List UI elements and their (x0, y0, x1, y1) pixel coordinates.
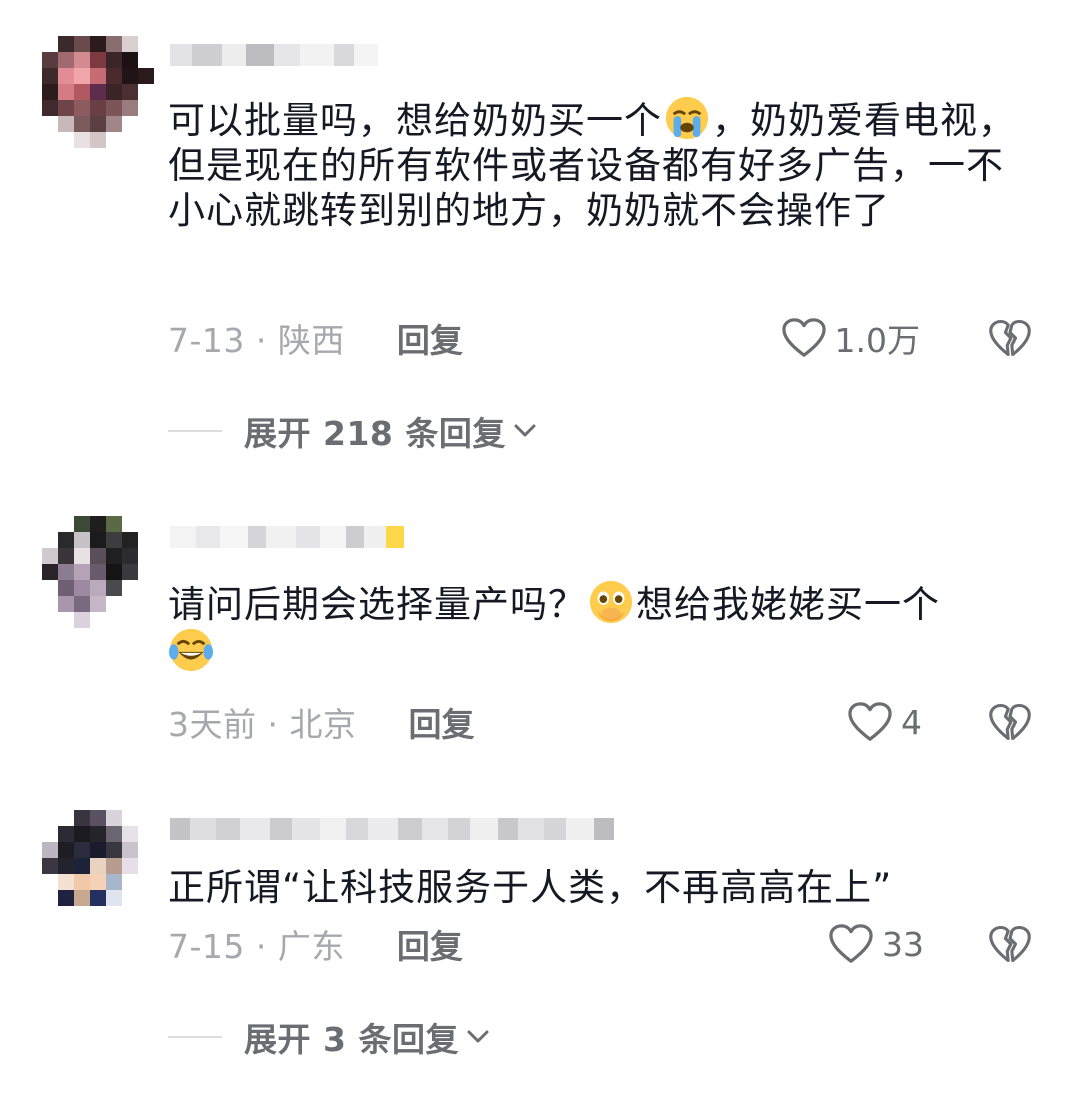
chevron-down-icon (514, 424, 536, 437)
like-count: 33 (882, 924, 924, 964)
like-button[interactable]: 33 (828, 920, 924, 968)
comment-list: 可以批量吗，想给奶奶买一个 ，奶奶爱看电视，但是现在的所有软件或者设备都有好多广告… (0, 0, 1080, 1105)
comment-meta: 7-13 · 陕西 回复 (168, 314, 463, 362)
expand-replies-button[interactable]: 展开 218 条回复 (168, 406, 540, 456)
comment-meta: 3天前 · 北京 回复 (168, 698, 474, 746)
username[interactable] (170, 516, 404, 558)
broken-heart-icon[interactable] (988, 316, 1032, 360)
expand-replies-label: 展开 218 条回复 (244, 414, 506, 453)
avatar[interactable] (42, 810, 154, 922)
expand-replies-button[interactable]: 展开 3 条回复 (168, 1012, 493, 1062)
heart-outline-icon (829, 924, 873, 963)
username[interactable] (170, 34, 378, 76)
like-count: 4 (901, 702, 922, 742)
username[interactable] (170, 808, 614, 850)
date-location: 7-13 · 陕西 (168, 321, 345, 360)
like-button[interactable]: 4 (847, 698, 922, 746)
expand-replies-label: 展开 3 条回复 (244, 1020, 459, 1059)
avatar[interactable] (42, 516, 154, 628)
comment-text: 可以批量吗，想给奶奶买一个 ，奶奶爱看电视，但是现在的所有软件或者设备都有好多广告… (168, 95, 1024, 233)
broken-heart-icon[interactable] (988, 922, 1032, 966)
face-holding-back-tears-icon (589, 580, 633, 624)
reply-button[interactable]: 回复 (397, 920, 463, 968)
divider (168, 1036, 222, 1038)
like-button[interactable]: 1.0万 (781, 314, 920, 362)
chevron-down-icon (467, 1030, 489, 1043)
tears-of-joy-face-icon (168, 628, 214, 672)
reply-button[interactable]: 回复 (408, 698, 474, 746)
divider (168, 430, 222, 432)
heart-outline-icon (781, 318, 826, 357)
avatar[interactable] (42, 36, 154, 148)
loudly-crying-face-icon (665, 96, 709, 140)
broken-heart-icon[interactable] (988, 700, 1032, 744)
date-location: 7-15 · 广东 (168, 927, 345, 966)
date-location: 3天前 · 北京 (168, 705, 357, 744)
comment-meta: 7-15 · 广东 回复 (168, 920, 463, 968)
comment-text: 正所谓“让科技服务于人类，不再高高在上” (168, 866, 893, 909)
heart-outline-icon (848, 702, 892, 741)
comment-text: 请问后期会选择量产吗？ 想给我姥姥买一个 (168, 579, 1024, 675)
reply-button[interactable]: 回复 (397, 314, 463, 362)
like-count: 1.0万 (834, 321, 920, 360)
